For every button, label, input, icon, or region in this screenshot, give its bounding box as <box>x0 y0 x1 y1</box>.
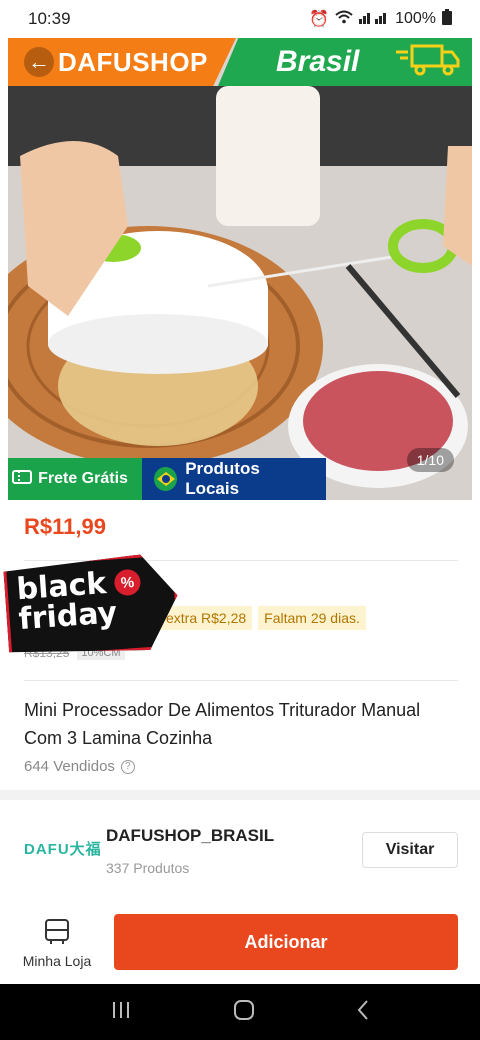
delivery-truck-icon <box>396 42 460 83</box>
signal-icon <box>359 10 389 29</box>
battery-level: 100% <box>395 10 436 27</box>
free-shipping-label: Frete Grátis <box>38 470 128 487</box>
recent-apps-icon[interactable] <box>110 1000 132 1025</box>
product-price: R$11,99 <box>24 514 106 539</box>
status-icons: ⏰ 100% <box>309 8 452 30</box>
my-store-label: Minha Loja <box>22 953 92 969</box>
home-icon[interactable] <box>233 999 255 1026</box>
local-products-label: Produtos Locais <box>185 459 260 498</box>
alarm-icon: ⏰ <box>309 11 330 28</box>
wifi-icon <box>335 10 353 29</box>
store-product-count: 337 Produtos <box>106 860 190 876</box>
black-friday-sticker: black friday % <box>3 552 181 660</box>
sticker-text: black friday <box>15 566 119 638</box>
local-products-badge: Produtos Locais <box>142 458 326 500</box>
divider <box>24 680 458 681</box>
sticker-line-friday: friday <box>17 595 119 638</box>
product-badges: Frete Grátis Produtos Locais <box>8 458 326 500</box>
product-title: Mini Processador De Alimentos Triturador… <box>24 700 421 748</box>
store-icon <box>44 918 70 949</box>
section-separator <box>0 790 480 800</box>
banner-shop-section: ← DAFUSHOP <box>8 38 236 86</box>
product-photo <box>8 86 472 500</box>
sold-count-label: 644 Vendidos <box>24 758 115 775</box>
sold-count: 644 Vendidos ? <box>24 758 135 775</box>
battery-icon <box>442 8 452 30</box>
system-nav-bar <box>0 984 480 1040</box>
product-image-carousel[interactable]: ← DAFUSHOP Brasil Frete Grátis Produtos … <box>8 38 472 500</box>
promo-row: extra R$2,28 Faltam 29 dias. <box>160 606 366 630</box>
status-bar: 10:39 ⏰ 100% <box>0 0 480 38</box>
store-name[interactable]: DAFUSHOP_BRASIL <box>106 826 274 846</box>
add-to-cart-button[interactable]: Adicionar <box>114 914 458 970</box>
back-button[interactable]: ← <box>24 47 54 77</box>
status-time: 10:39 <box>28 9 71 28</box>
image-counter: 1/10 <box>406 448 454 472</box>
help-icon[interactable]: ? <box>120 759 135 774</box>
brazil-flag-icon <box>154 467 178 491</box>
banner-country: Brasil <box>276 45 360 78</box>
banner-country-section: Brasil <box>218 38 472 86</box>
free-shipping-badge: Frete Grátis <box>8 458 142 500</box>
visit-store-button[interactable]: Visitar <box>362 832 458 868</box>
shipping-ticket-icon <box>12 469 33 490</box>
my-store-button[interactable]: Minha Loja <box>20 918 94 969</box>
bottom-action-bar: Minha Loja Adicionar <box>0 904 480 984</box>
store-banner: ← DAFUSHOP Brasil <box>8 38 472 86</box>
back-arrow-icon: ← <box>28 49 50 74</box>
store-logo: DAFU大福 <box>24 841 102 858</box>
promo-countdown: Faltam 29 dias. <box>258 606 366 630</box>
back-nav-icon[interactable] <box>356 999 370 1026</box>
banner-shop-name: DAFUSHOP <box>58 46 208 77</box>
